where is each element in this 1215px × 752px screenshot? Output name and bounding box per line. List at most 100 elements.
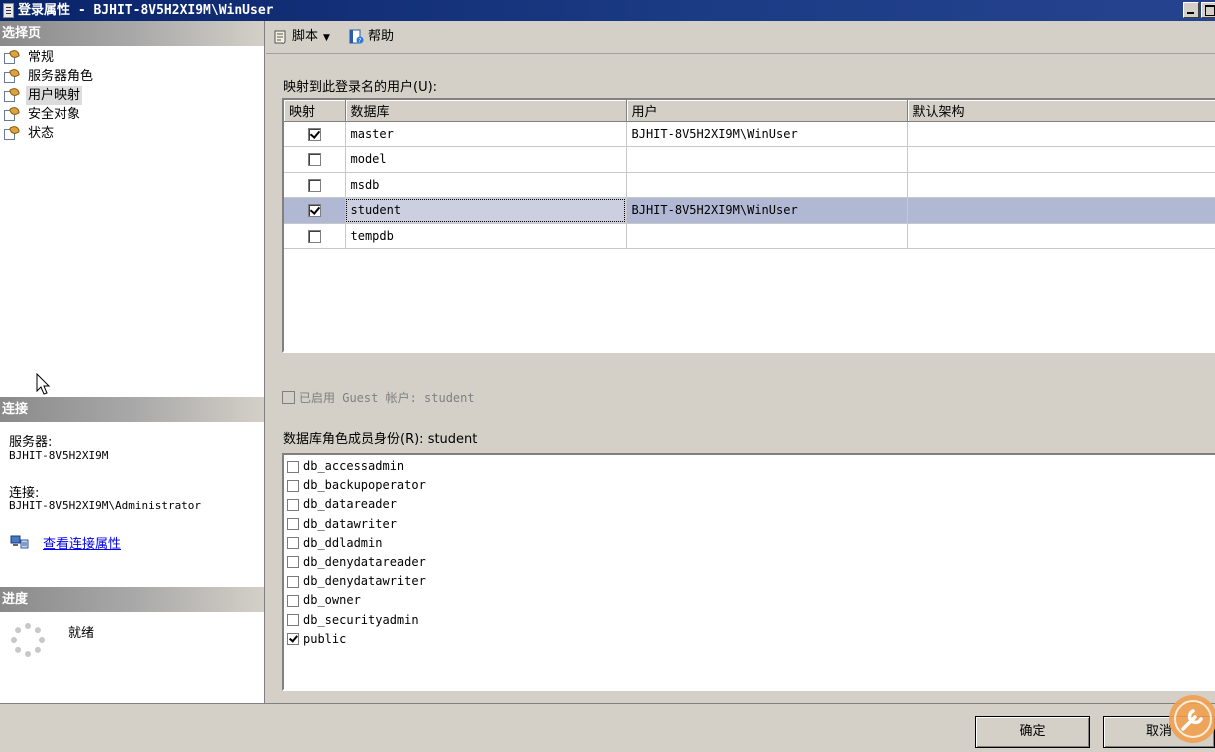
- list-item[interactable]: db_datareader: [284, 495, 1215, 514]
- role-name: db_datareader: [303, 497, 397, 512]
- list-item[interactable]: db_owner: [284, 591, 1215, 610]
- list-item[interactable]: db_securityadmin: [284, 611, 1215, 630]
- page-item-general[interactable]: 常规: [0, 48, 95, 67]
- role-checkbox[interactable]: [287, 594, 299, 607]
- database-cell[interactable]: model: [345, 146, 627, 173]
- schema-cell[interactable]: [907, 223, 1215, 249]
- guest-enabled-checkbox: [282, 391, 295, 404]
- column-header-database[interactable]: 数据库: [345, 100, 627, 122]
- list-item[interactable]: db_datawriter: [284, 515, 1215, 534]
- table-row-selected[interactable]: student BJHIT-8V5H2XI9M\WinUser ...: [284, 197, 1215, 224]
- mouse-pointer-icon: [36, 373, 51, 395]
- list-item[interactable]: public: [284, 630, 1215, 649]
- page-item-user-mapping[interactable]: 用户映射: [0, 86, 95, 105]
- list-item[interactable]: db_denydatareader: [284, 553, 1215, 572]
- role-checkbox[interactable]: [287, 614, 299, 626]
- user-cell[interactable]: [626, 223, 908, 249]
- map-cell: [284, 223, 346, 249]
- database-cell[interactable]: student: [345, 197, 627, 224]
- list-item[interactable]: db_backupoperator: [284, 476, 1215, 495]
- role-checkbox[interactable]: [287, 537, 299, 550]
- server-label: 服务器:: [9, 435, 53, 450]
- role-checkbox[interactable]: [287, 460, 299, 473]
- map-checkbox[interactable]: [307, 127, 321, 141]
- role-checkbox[interactable]: [287, 633, 299, 646]
- page-item-server-roles[interactable]: 服务器角色: [0, 67, 95, 86]
- database-cell[interactable]: tempdb: [345, 223, 627, 249]
- title-bar: 登录属性 - BJHIT-8V5H2XI9M\WinUser: [0, 0, 1215, 21]
- wrench-icon[interactable]: [1163, 693, 1215, 745]
- spinner-icon: [11, 623, 45, 657]
- map-cell: [284, 146, 346, 173]
- wrench-page-icon: [4, 86, 21, 103]
- role-checkbox[interactable]: [287, 518, 299, 531]
- view-connection-properties-link[interactable]: 查看连接属性: [43, 533, 121, 552]
- help-button[interactable]: ? 帮助: [346, 27, 394, 47]
- user-cell[interactable]: BJHIT-8V5H2XI9M\WinUser: [626, 197, 908, 224]
- roles-label: 数据库角色成员身份(R): student: [283, 432, 478, 447]
- map-checkbox[interactable]: [307, 178, 321, 192]
- minimize-button[interactable]: [1183, 2, 1199, 18]
- user-cell[interactable]: BJHIT-8V5H2XI9M\WinUser: [626, 121, 908, 147]
- role-name: db_backupoperator: [303, 478, 426, 493]
- wrench-page-icon: [4, 48, 21, 65]
- role-name: public: [303, 631, 347, 646]
- app-icon: [3, 3, 14, 18]
- column-header-default-schema[interactable]: 默认架构: [907, 100, 1215, 122]
- list-item[interactable]: db_ddladmin: [284, 534, 1215, 553]
- left-pane: 选择页 常规 服务器角色 用户映射 安全对象 状态 连接 服务器: BJHIT-…: [0, 21, 265, 703]
- server-value: BJHIT-8V5H2XI9M: [9, 449, 109, 462]
- role-checkbox[interactable]: [287, 556, 299, 569]
- user-mapping-grid[interactable]: 映射 数据库 用户 默认架构 master BJHIT-8V5H2XI9M\Wi…: [282, 98, 1215, 353]
- database-roles-list[interactable]: db_accessadmin db_backupoperator db_data…: [282, 453, 1215, 691]
- table-row[interactable]: model: [284, 146, 1215, 173]
- table-row[interactable]: msdb: [284, 172, 1215, 198]
- role-name: db_denydatawriter: [303, 574, 426, 589]
- connection-icon: [10, 535, 29, 549]
- map-checkbox[interactable]: [307, 229, 321, 243]
- page-item-label: 用户映射: [26, 86, 83, 105]
- database-cell[interactable]: msdb: [345, 172, 627, 198]
- select-page-header: 选择页: [0, 21, 264, 46]
- list-item[interactable]: db_accessadmin: [284, 457, 1215, 476]
- role-name: db_denydatareader: [303, 554, 426, 569]
- page-item-label: 常规: [28, 50, 55, 65]
- page-item-label: 安全对象: [28, 107, 81, 122]
- map-cell: [284, 172, 346, 198]
- schema-cell[interactable]: ...: [907, 121, 1215, 147]
- map-checkbox[interactable]: [307, 153, 321, 167]
- help-label: 帮助: [368, 29, 395, 44]
- guest-enabled-label: 已启用 Guest 帐户: student: [299, 391, 475, 405]
- svg-text:?: ?: [358, 38, 361, 45]
- role-name: db_ddladmin: [303, 535, 383, 550]
- connection-value: BJHIT-8V5H2XI9M\Administrator: [9, 499, 202, 512]
- script-button[interactable]: 脚本 ▼: [270, 27, 330, 47]
- role-name: db_accessadmin: [303, 459, 405, 473]
- page-item-securables[interactable]: 安全对象: [0, 105, 95, 124]
- role-checkbox[interactable]: [287, 498, 299, 511]
- role-checkbox[interactable]: [287, 479, 299, 492]
- progress-header: 进度: [0, 587, 264, 612]
- user-cell[interactable]: [626, 146, 908, 173]
- maximize-button[interactable]: [1201, 2, 1215, 18]
- page-item-label: 状态: [28, 126, 55, 141]
- user-cell[interactable]: [626, 172, 908, 198]
- database-cell[interactable]: master: [345, 121, 627, 147]
- schema-cell[interactable]: ...: [907, 197, 1215, 224]
- role-checkbox[interactable]: [287, 575, 299, 588]
- table-row[interactable]: tempdb: [284, 223, 1215, 249]
- ok-button[interactable]: 确定: [975, 716, 1090, 748]
- chevron-down-icon[interactable]: ▼: [323, 28, 330, 48]
- table-row[interactable]: master BJHIT-8V5H2XI9M\WinUser ...: [284, 121, 1215, 147]
- list-item[interactable]: db_denydatawriter: [284, 572, 1215, 591]
- schema-cell[interactable]: [907, 146, 1215, 173]
- wrench-page-icon: [4, 105, 21, 122]
- schema-cell[interactable]: [907, 172, 1215, 198]
- mapping-label: 映射到此登录名的用户(U):: [283, 80, 438, 95]
- map-checkbox[interactable]: [307, 204, 321, 218]
- column-header-user[interactable]: 用户: [626, 100, 908, 122]
- map-cell: [284, 197, 346, 224]
- page-item-status[interactable]: 状态: [0, 124, 95, 143]
- role-name: db_securityadmin: [303, 612, 419, 627]
- column-header-map[interactable]: 映射: [284, 100, 346, 122]
